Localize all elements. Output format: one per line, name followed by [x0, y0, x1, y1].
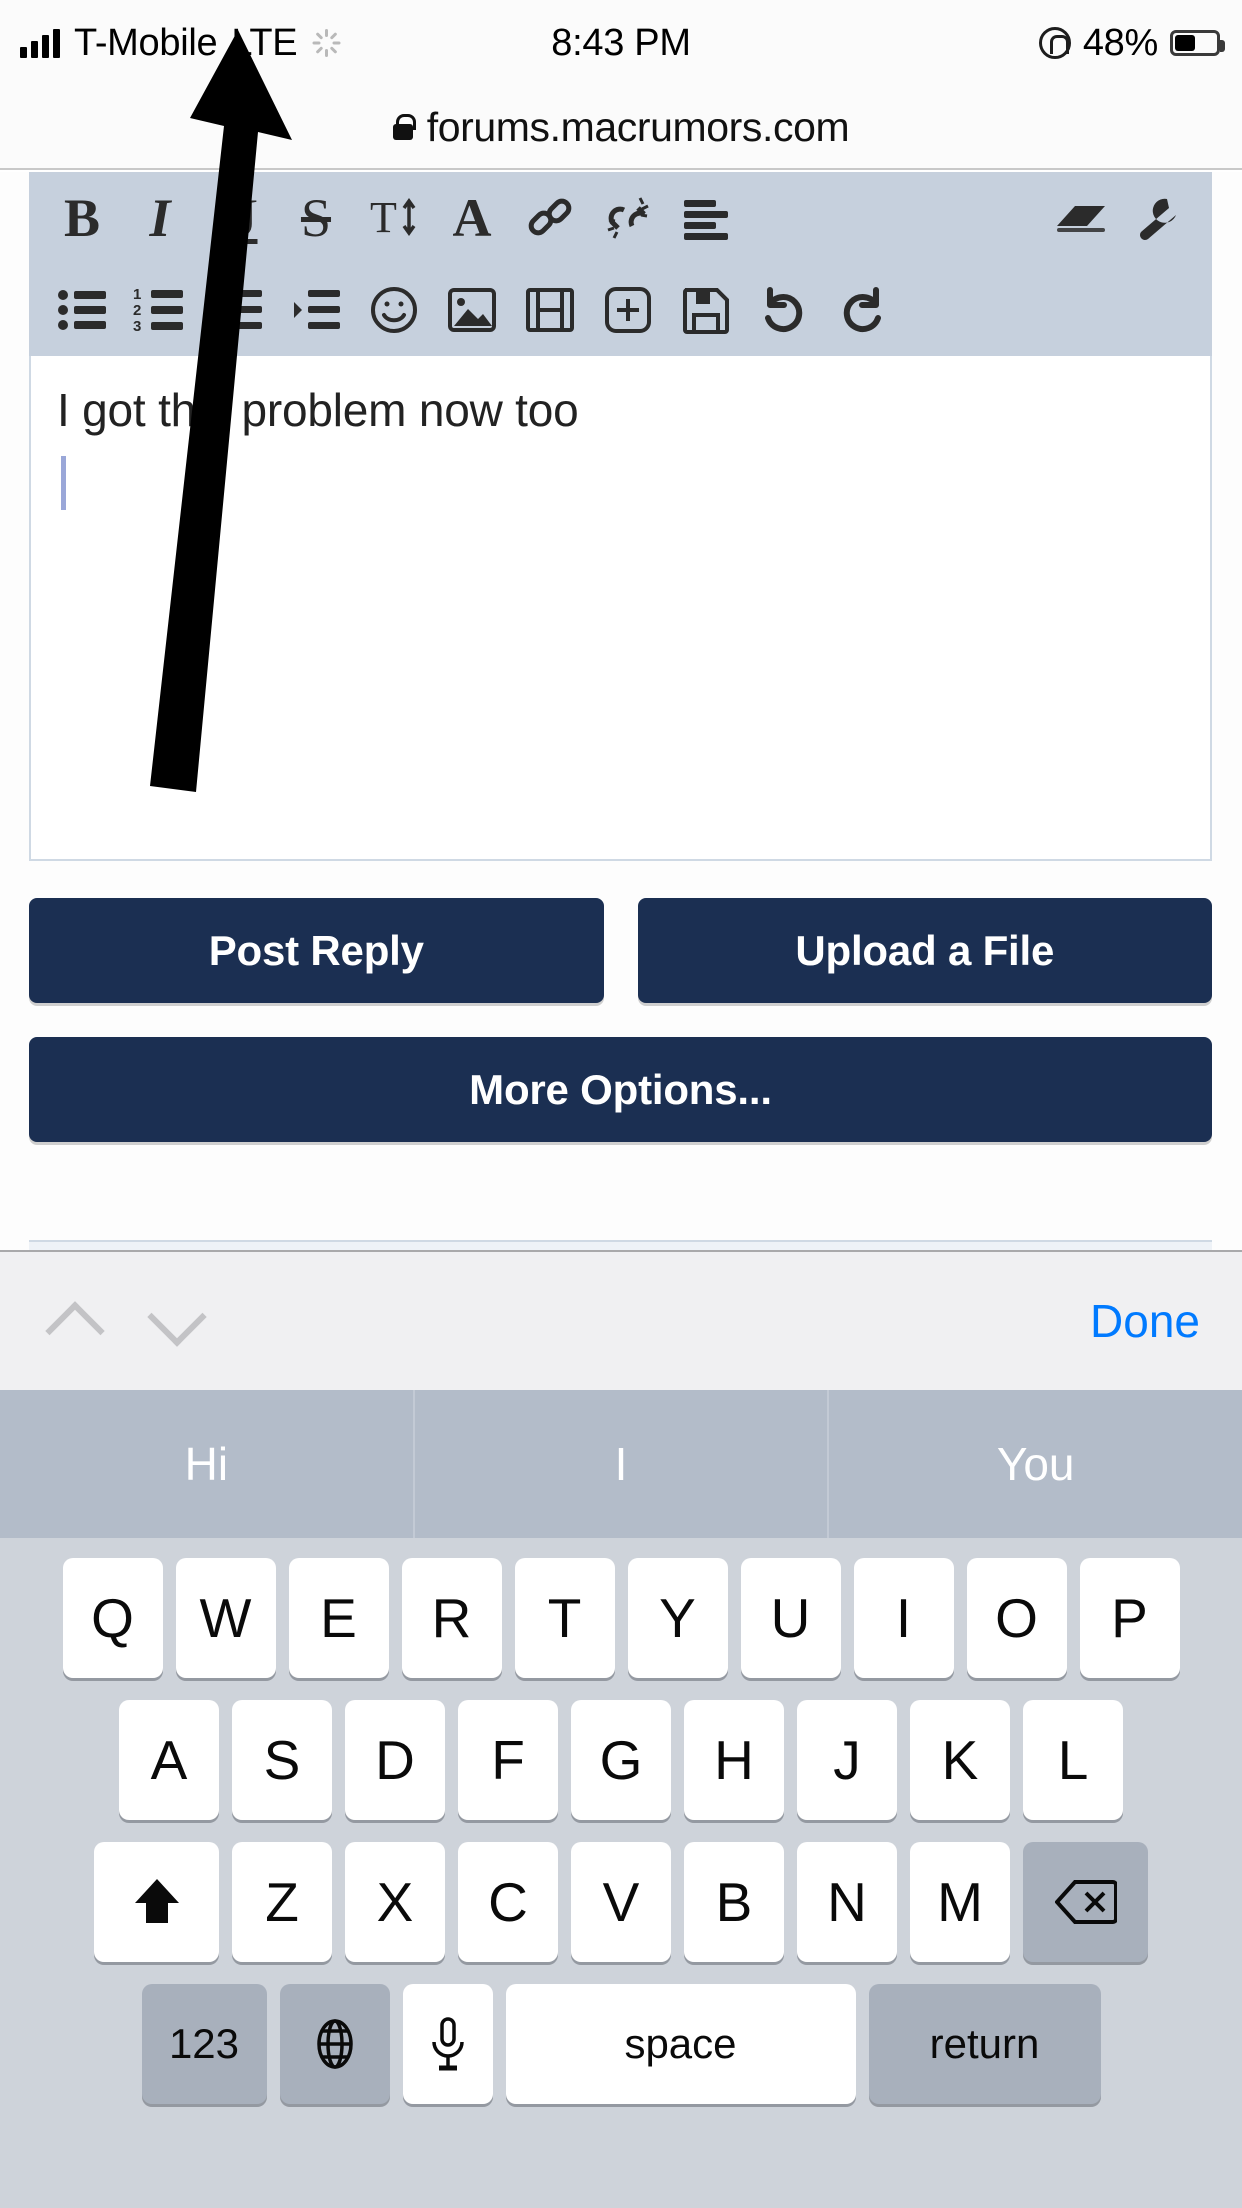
chevron-down-icon[interactable] [132, 1278, 218, 1364]
editor-action-row: Post Reply Upload a File [29, 898, 1212, 1003]
key-q[interactable]: Q [62, 1558, 163, 1678]
bullet-list-icon[interactable] [43, 271, 121, 349]
field-nav-group [30, 1278, 218, 1364]
key-z[interactable]: Z [232, 1842, 332, 1962]
font-size-button[interactable]: T [355, 179, 433, 257]
key-g[interactable]: G [571, 1700, 671, 1820]
backspace-icon[interactable] [1023, 1842, 1148, 1962]
keyboard-row-2: A S D F G H J K L [0, 1700, 1242, 1820]
key-u[interactable]: U [740, 1558, 841, 1678]
align-left-icon[interactable] [667, 179, 745, 257]
keyboard-row-3: Z X C V B N M [0, 1842, 1242, 1962]
microphone-icon[interactable] [402, 1984, 493, 2104]
wrench-icon[interactable] [1120, 179, 1198, 257]
prediction-1[interactable]: I [412, 1390, 828, 1538]
globe-icon[interactable] [279, 1984, 390, 2104]
link-icon[interactable] [511, 179, 589, 257]
key-k[interactable]: K [910, 1700, 1010, 1820]
browser-url-bar[interactable]: forums.macrumors.com [0, 86, 1242, 170]
insert-video-icon[interactable] [511, 271, 589, 349]
unlink-icon[interactable] [589, 179, 667, 257]
key-t[interactable]: T [514, 1558, 615, 1678]
return-key[interactable]: return [868, 1984, 1101, 2104]
composer-text: I got this problem now too [57, 384, 579, 436]
strikethrough-button[interactable]: S [277, 179, 355, 257]
key-x[interactable]: X [345, 1842, 445, 1962]
key-e[interactable]: E [288, 1558, 389, 1678]
text-cursor [61, 456, 66, 510]
save-draft-icon[interactable] [667, 271, 745, 349]
url-label: forums.macrumors.com [426, 103, 850, 150]
svg-text:3: 3 [133, 318, 141, 333]
keyboard-accessory-bar: Done [0, 1250, 1242, 1390]
battery-icon [1170, 30, 1225, 56]
redo-icon[interactable] [823, 271, 901, 349]
status-bar-right: 48% [1038, 21, 1225, 65]
key-h[interactable]: H [684, 1700, 784, 1820]
onscreen-keyboard: Q W E R T Y U I O P A S D F G H J K L Z … [0, 1538, 1242, 2208]
insert-image-icon[interactable] [433, 271, 511, 349]
eraser-icon[interactable] [1042, 179, 1120, 257]
undo-icon[interactable] [745, 271, 823, 349]
key-c[interactable]: C [458, 1842, 558, 1962]
space-key[interactable]: space [505, 1984, 856, 2104]
emoji-icon[interactable] [355, 271, 433, 349]
rotation-lock-icon [1038, 27, 1071, 59]
post-reply-button[interactable]: Post Reply [29, 898, 604, 1003]
underline-button[interactable]: U [199, 179, 277, 257]
key-l[interactable]: L [1023, 1700, 1123, 1820]
editor-toolbar-row-2: 1 2 3 [29, 264, 1212, 356]
key-y[interactable]: Y [627, 1558, 728, 1678]
reply-editor: B I U S T A 1 2 3 I got this problem now… [29, 172, 1212, 1142]
svg-text:2: 2 [133, 302, 141, 319]
insert-more-icon[interactable] [589, 271, 667, 349]
key-s[interactable]: S [232, 1700, 332, 1820]
bold-button[interactable]: B [43, 179, 121, 257]
editor-toolbar: B I U S T A 1 2 3 [29, 172, 1212, 356]
lock-icon [392, 114, 416, 140]
shift-icon[interactable] [94, 1842, 219, 1962]
prediction-0[interactable]: Hi [0, 1390, 413, 1538]
reply-textarea[interactable]: I got this problem now too [29, 356, 1212, 861]
status-bar: T-Mobile LTE 8:43 PM 48% [0, 0, 1242, 86]
editor-toolbar-row-1: B I U S T A [29, 172, 1212, 264]
web-page-content: B I U S T A 1 2 3 I got this problem now… [0, 172, 1242, 1250]
chevron-up-icon[interactable] [30, 1278, 116, 1364]
numbers-key[interactable]: 123 [141, 1984, 267, 2104]
key-b[interactable]: B [684, 1842, 784, 1962]
key-v[interactable]: V [571, 1842, 671, 1962]
italic-button[interactable]: I [121, 179, 199, 257]
key-p[interactable]: P [1079, 1558, 1180, 1678]
text-color-button[interactable]: A [433, 179, 511, 257]
keyboard-done-button[interactable]: Done [1090, 1294, 1200, 1348]
prediction-2[interactable]: You [827, 1390, 1242, 1538]
key-f[interactable]: F [458, 1700, 558, 1820]
key-o[interactable]: O [966, 1558, 1067, 1678]
key-r[interactable]: R [401, 1558, 502, 1678]
key-i[interactable]: I [853, 1558, 954, 1678]
key-n[interactable]: N [797, 1842, 897, 1962]
keyboard-row-1: Q W E R T Y U I O P [0, 1558, 1242, 1678]
key-d[interactable]: D [345, 1700, 445, 1820]
keyboard-row-4: 123 space return [0, 1984, 1242, 2104]
upload-file-button[interactable]: Upload a File [637, 898, 1212, 1003]
svg-text:T: T [370, 193, 397, 242]
key-j[interactable]: J [797, 1700, 897, 1820]
numbered-list-icon[interactable]: 1 2 3 [121, 271, 199, 349]
battery-percent-label: 48% [1082, 21, 1158, 64]
outdent-icon[interactable] [199, 271, 277, 349]
clock-label: 8:43 PM [551, 21, 691, 64]
key-m[interactable]: M [910, 1842, 1010, 1962]
more-options-button[interactable]: More Options... [29, 1037, 1212, 1142]
page-section-divider [29, 1240, 1212, 1250]
predictive-text-bar: Hi I You [0, 1390, 1242, 1538]
indent-icon[interactable] [277, 271, 355, 349]
key-w[interactable]: W [175, 1558, 276, 1678]
key-a[interactable]: A [119, 1700, 219, 1820]
svg-text:1: 1 [133, 287, 141, 303]
